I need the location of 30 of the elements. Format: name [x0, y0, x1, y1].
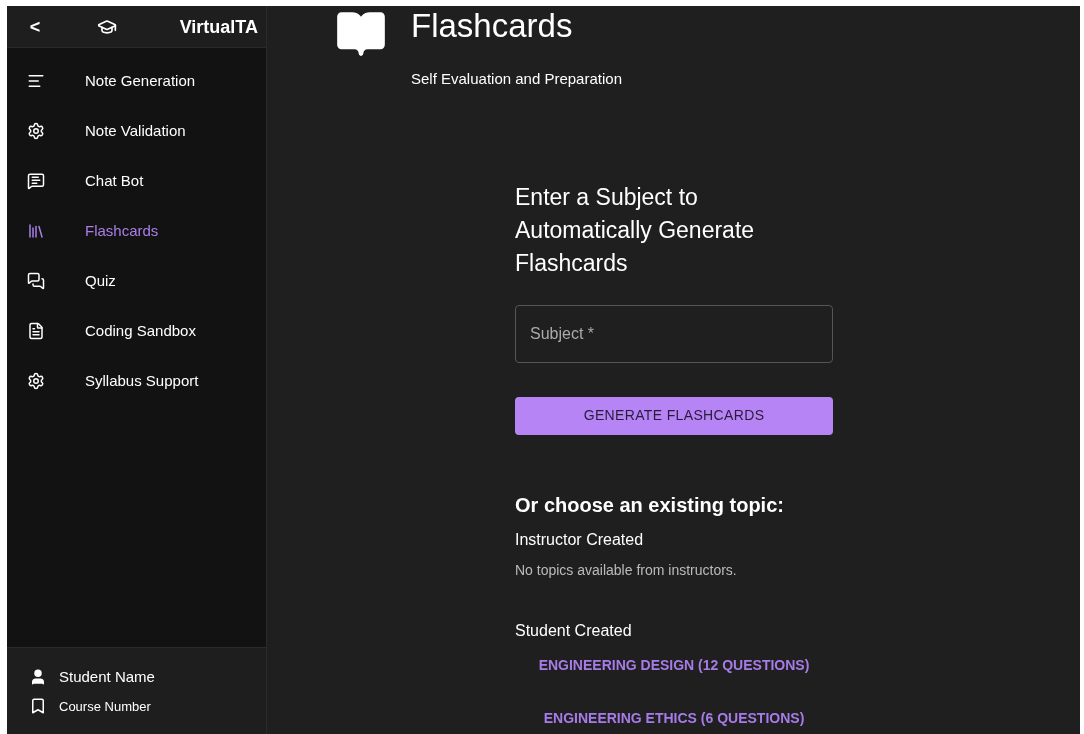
nav-item[interactable]: Chat Bot	[7, 156, 266, 206]
book-icon	[29, 697, 47, 716]
page-title: Flashcards	[411, 6, 574, 46]
section-title: Student Created	[515, 620, 633, 641]
generate-button[interactable]: GENERATE FLASHCARDS	[515, 396, 833, 435]
topic-link[interactable]: ENGINEERING DESIGN (12 QUESTIONS)	[538, 654, 810, 676]
nav-item[interactable]: Note Generation	[7, 56, 266, 106]
nav-item[interactable]: Flashcards	[7, 206, 266, 256]
subject-field[interactable]: Subject *	[515, 304, 833, 363]
brand-title: VirtualTA	[179, 15, 258, 39]
section-title: Instructor Created	[515, 529, 645, 550]
form-heading: Enter a Subject to Automatically Generate Flashcards	[515, 182, 756, 278]
empty-message: No topics available from instructors.	[515, 560, 738, 580]
settings-icon	[27, 122, 45, 140]
nav-item[interactable]: Quiz	[7, 256, 266, 306]
nav-item[interactable]: Syllabus Support	[7, 356, 266, 406]
page-subtitle: Self Evaluation and Preparation	[411, 69, 622, 89]
nav-item[interactable]: Coding Sandbox	[7, 306, 266, 356]
chat-icon	[27, 172, 45, 190]
settings-icon	[27, 372, 45, 390]
topic-link[interactable]: ENGINEERING ETHICS (6 QUESTIONS)	[543, 707, 805, 729]
document-icon	[27, 322, 45, 340]
lines-icon	[27, 72, 45, 90]
nav-item[interactable]: Note Validation	[7, 106, 266, 156]
chat-bubbles-icon	[27, 272, 45, 290]
back-button[interactable]: <	[7, 12, 63, 41]
person-icon	[29, 668, 47, 687]
topics-heading: Or choose an existing topic:	[515, 492, 785, 518]
student-name: Student Name	[59, 667, 155, 687]
course-number: Course Number	[59, 697, 151, 716]
